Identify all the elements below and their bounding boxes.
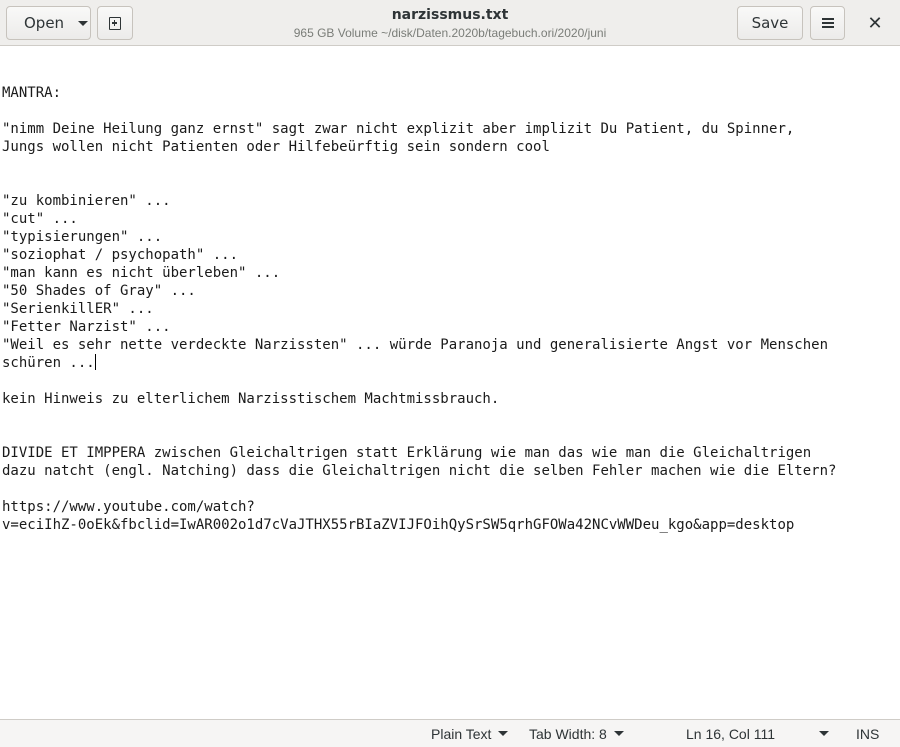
text-line-with-cursor: schüren ... — [2, 354, 96, 372]
text-line: "50 Shades of Gray" ... — [2, 283, 196, 299]
status-bar: Plain Text Tab Width: 8 Ln 16, Col 111 I… — [0, 719, 900, 747]
menu-button[interactable] — [810, 6, 845, 40]
text-cursor — [94, 354, 96, 370]
text-line: Jungs wollen nicht Patienten oder Hilfeb… — [2, 139, 550, 155]
text-line: "soziophat / psychopath" ... — [2, 247, 239, 263]
text-line: "typisierungen" ... — [2, 229, 163, 245]
header-bar: Open narzissmus.txt 965 GB Volume ~/disk… — [0, 0, 900, 46]
text-line: "SerienkillER" ... — [2, 301, 154, 317]
file-path: 965 GB Volume ~/disk/Daten.2020b/tagebuc… — [293, 26, 607, 40]
open-button-label: Open — [24, 14, 65, 32]
tab-width-label: Tab Width: 8 — [529, 725, 607, 742]
text-line: "cut" ... — [2, 211, 78, 227]
text-line: "man kann es nicht überleben" ... — [2, 265, 281, 281]
tab-width-selector[interactable]: Tab Width: 8 — [529, 720, 624, 747]
chevron-down-icon — [78, 20, 89, 26]
text-line: "zu kombinieren" ... — [2, 193, 171, 209]
insert-mode-indicator[interactable]: INS — [856, 720, 879, 747]
text-line: v=eciIhZ-0oEk&fbclid=IwAR002o1d7cVaJTHX5… — [2, 517, 795, 533]
new-document-icon — [109, 16, 121, 30]
text-line: "Weil es sehr nette verdeckte Narzissten… — [2, 337, 829, 353]
language-selector[interactable]: Plain Text — [431, 720, 509, 747]
window-title: narzissmus.txt — [391, 7, 509, 23]
chevron-down-icon — [498, 731, 509, 736]
text-line: DIVIDE ET IMPPERA zwischen Gleichaltrige… — [2, 445, 812, 461]
text-line: schüren ... — [2, 355, 95, 371]
text-line: MANTRA: — [2, 85, 62, 101]
text-line: dazu natcht (engl. Natching) dass die Gl… — [2, 463, 837, 479]
cursor-position-label: Ln 16, Col 111 — [686, 725, 775, 742]
close-button[interactable]: ✕ — [856, 6, 894, 40]
save-button[interactable]: Save — [737, 6, 803, 40]
window-title-area: narzissmus.txt 965 GB Volume ~/disk/Date… — [200, 6, 700, 41]
text-line: https://www.youtube.com/watch? — [2, 499, 255, 515]
language-label: Plain Text — [431, 725, 492, 742]
new-document-button[interactable] — [97, 6, 133, 40]
text-line: "nimm Deine Heilung ganz ernst" sagt zwa… — [2, 121, 795, 137]
hamburger-menu-icon — [821, 18, 834, 28]
text-editor[interactable]: MANTRA: "nimm Deine Heilung ganz ernst" … — [0, 47, 900, 719]
chevron-down-icon — [819, 731, 829, 736]
open-button[interactable]: Open — [6, 6, 91, 40]
text-line: "Fetter Narzist" ... — [2, 319, 171, 335]
chevron-down-icon — [613, 731, 624, 736]
text-line: kein Hinweis zu elterlichem Narzisstisch… — [2, 391, 500, 407]
close-icon: ✕ — [867, 12, 883, 34]
cursor-position-selector[interactable]: Ln 16, Col 111 — [686, 720, 829, 747]
